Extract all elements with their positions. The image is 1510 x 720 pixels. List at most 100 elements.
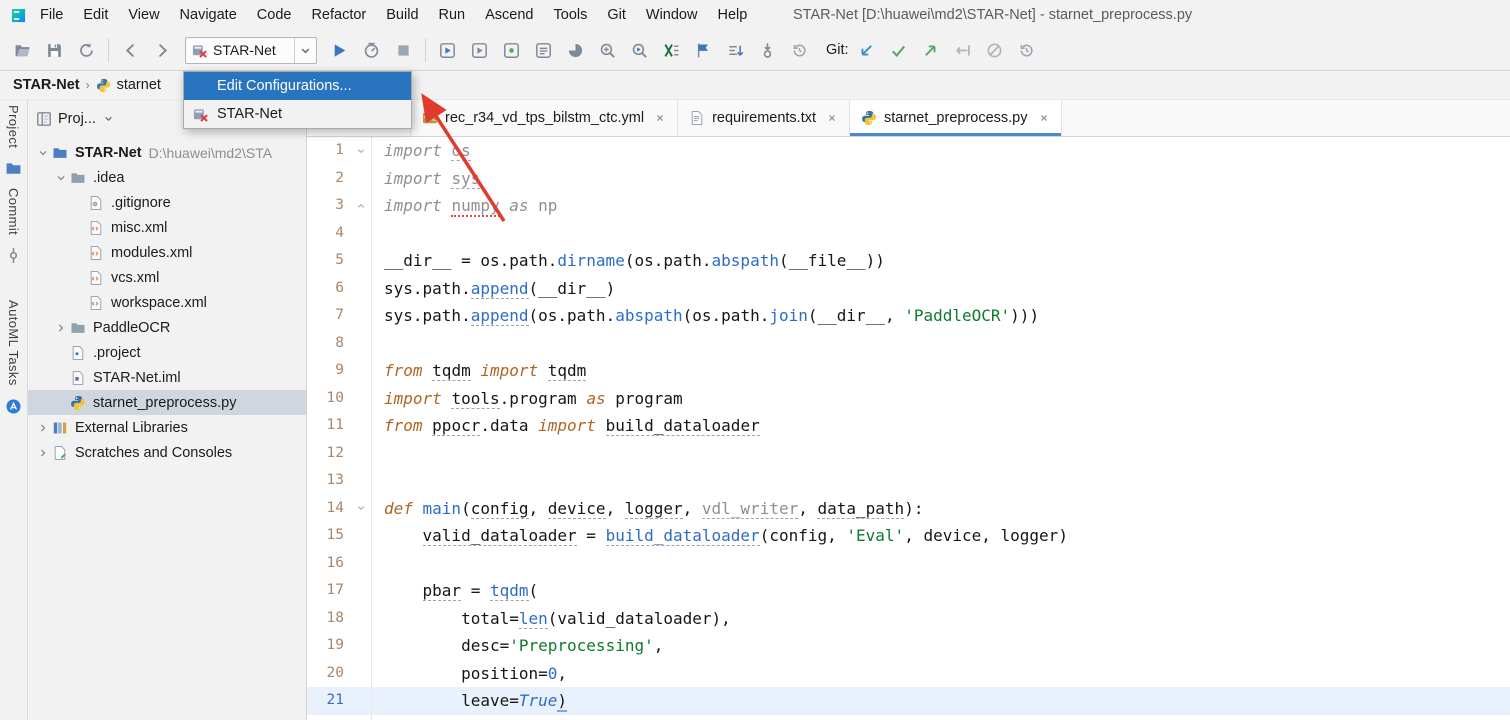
menu-navigate[interactable]: Navigate bbox=[170, 0, 247, 30]
code-line-5[interactable]: 5 __dir__ = os.path.dirname(os.path.abspa… bbox=[307, 247, 1510, 275]
code-line-15[interactable]: 15 valid_dataloader = build_dataloader(c… bbox=[307, 522, 1510, 550]
code-line-6[interactable]: 6 sys.path.append(__dir__) bbox=[307, 275, 1510, 303]
git-revert-icon[interactable] bbox=[948, 36, 977, 64]
git-push-icon[interactable] bbox=[916, 36, 945, 64]
code-line-13[interactable]: 13 bbox=[307, 467, 1510, 495]
tree-item-gitignore[interactable]: .gitignore bbox=[28, 190, 306, 215]
forward-icon[interactable] bbox=[148, 36, 177, 64]
line-number[interactable]: 5 bbox=[307, 247, 351, 275]
line-number[interactable]: 9 bbox=[307, 357, 351, 385]
tab-starnet-preprocess-py[interactable]: starnet_preprocess.py bbox=[850, 100, 1062, 136]
git-history-icon[interactable] bbox=[1012, 36, 1041, 64]
code-line-1[interactable]: 1 import os bbox=[307, 137, 1510, 165]
line-number[interactable]: 2 bbox=[307, 165, 351, 193]
tree-item-idea[interactable]: .idea bbox=[28, 165, 306, 190]
run-dashboard-icon[interactable] bbox=[433, 36, 462, 64]
code-line-19[interactable]: 19 desc='Preprocessing', bbox=[307, 632, 1510, 660]
line-number[interactable]: 12 bbox=[307, 440, 351, 468]
profiler-button[interactable] bbox=[357, 36, 386, 64]
chevron-right-icon[interactable] bbox=[34, 421, 51, 435]
tree-item-misc-xml[interactable]: misc.xml bbox=[28, 215, 306, 240]
debug-dashboard-icon[interactable] bbox=[465, 36, 494, 64]
stop-button[interactable] bbox=[389, 36, 418, 64]
tree-item-modules-xml[interactable]: modules.xml bbox=[28, 240, 306, 265]
sync-icon[interactable] bbox=[72, 36, 101, 64]
line-number[interactable]: 7 bbox=[307, 302, 351, 330]
run-inspection-icon[interactable] bbox=[625, 36, 654, 64]
line-number[interactable]: 3 bbox=[307, 192, 351, 220]
code-line-9[interactable]: 9 from tqdm import tqdm bbox=[307, 357, 1510, 385]
line-number[interactable]: 21 bbox=[307, 687, 351, 715]
menu-build[interactable]: Build bbox=[376, 0, 428, 30]
project-panel-title[interactable]: Proj... bbox=[58, 111, 96, 127]
chevron-down-icon[interactable] bbox=[102, 112, 115, 125]
code-line-17[interactable]: 17 pbar = tqdm( bbox=[307, 577, 1510, 605]
git-update-icon[interactable] bbox=[852, 36, 881, 64]
git-commit-icon[interactable] bbox=[884, 36, 913, 64]
git-stash-icon[interactable] bbox=[980, 36, 1009, 64]
code-line-11[interactable]: 11 from ppocr.data import build_dataloade… bbox=[307, 412, 1510, 440]
chevron-down-icon[interactable] bbox=[34, 146, 51, 160]
code-line-8[interactable]: 8 bbox=[307, 330, 1510, 358]
commit-tool-icon[interactable] bbox=[5, 246, 23, 264]
menu-help[interactable]: Help bbox=[707, 0, 757, 30]
tree-item-project[interactable]: .project bbox=[28, 340, 306, 365]
chevron-right-icon[interactable] bbox=[52, 321, 69, 335]
line-number[interactable]: 1 bbox=[307, 137, 351, 165]
breadcrumb-item-starnet[interactable]: starnet bbox=[93, 76, 164, 94]
menu-edit[interactable]: Edit bbox=[73, 0, 118, 30]
menu-ascend[interactable]: Ascend bbox=[475, 0, 543, 30]
project-tool-icon[interactable] bbox=[5, 159, 23, 177]
code-line-14[interactable]: 14 def main(config, device, logger, vdl_w… bbox=[307, 495, 1510, 523]
tab-requirements-txt[interactable]: requirements.txt bbox=[678, 100, 851, 136]
menu-view[interactable]: View bbox=[118, 0, 169, 30]
code-line-21[interactable]: 21 leave=True) bbox=[307, 687, 1510, 715]
code-line-3[interactable]: 3 import numpy as np bbox=[307, 192, 1510, 220]
coverage-icon[interactable] bbox=[561, 36, 590, 64]
tool-button-project[interactable]: Project bbox=[6, 105, 21, 148]
tree-item-star-net[interactable]: STAR-Net D:\huawei\md2\STA bbox=[28, 140, 306, 165]
line-number[interactable]: 19 bbox=[307, 632, 351, 660]
code-line-2[interactable]: 2 import sys bbox=[307, 165, 1510, 193]
open-icon[interactable] bbox=[8, 36, 37, 64]
run-button[interactable] bbox=[325, 36, 354, 64]
line-number[interactable]: 14 bbox=[307, 495, 351, 523]
excel-export-icon[interactable] bbox=[657, 36, 686, 64]
inspect-code-icon[interactable] bbox=[593, 36, 622, 64]
code-line-18[interactable]: 18 total=len(valid_dataloader), bbox=[307, 605, 1510, 633]
tree-item-external-libraries[interactable]: External Libraries bbox=[28, 415, 306, 440]
line-number[interactable]: 11 bbox=[307, 412, 351, 440]
back-icon[interactable] bbox=[116, 36, 145, 64]
chevron-right-icon[interactable] bbox=[34, 446, 51, 460]
editor[interactable]: 1 import os 2 import sys 3 import numpy as np… bbox=[307, 137, 1510, 720]
config-menu-item-edit-configurations[interactable]: Edit Configurations... bbox=[184, 72, 411, 100]
code-line-4[interactable]: 4 bbox=[307, 220, 1510, 248]
local-history-icon[interactable] bbox=[785, 36, 814, 64]
chevron-down-icon[interactable] bbox=[52, 171, 69, 185]
automl-tool-icon[interactable] bbox=[5, 397, 23, 415]
chevron-down-icon[interactable] bbox=[294, 37, 316, 63]
breadcrumb-item-star-net[interactable]: STAR-Net bbox=[10, 76, 83, 94]
tool-button-commit[interactable]: Commit bbox=[6, 188, 21, 235]
tab-rec-r34-vd-tps-bilstm-ctc-yml[interactable]: YML rec_r34_vd_tps_bilstm_ctc.yml bbox=[411, 100, 679, 136]
menu-git[interactable]: Git bbox=[597, 0, 636, 30]
tree-item-paddleocr[interactable]: PaddleOCR bbox=[28, 315, 306, 340]
menu-file[interactable]: File bbox=[30, 0, 73, 30]
menu-code[interactable]: Code bbox=[247, 0, 302, 30]
code-line-12[interactable]: 12 bbox=[307, 440, 1510, 468]
services-icon[interactable] bbox=[497, 36, 526, 64]
line-number[interactable]: 18 bbox=[307, 605, 351, 633]
tree-item-scratches-and-consoles[interactable]: Scratches and Consoles bbox=[28, 440, 306, 465]
menu-refactor[interactable]: Refactor bbox=[301, 0, 376, 30]
line-number[interactable]: 13 bbox=[307, 467, 351, 495]
tree-item-starnet-preprocess-py[interactable]: starnet_preprocess.py bbox=[28, 390, 306, 415]
fold-marker-icon[interactable] bbox=[351, 192, 371, 220]
fold-marker-icon[interactable] bbox=[351, 137, 371, 165]
console-icon[interactable] bbox=[529, 36, 558, 64]
tree-item-workspace-xml[interactable]: workspace.xml bbox=[28, 290, 306, 315]
line-number[interactable]: 17 bbox=[307, 577, 351, 605]
menu-run[interactable]: Run bbox=[429, 0, 476, 30]
line-number[interactable]: 4 bbox=[307, 220, 351, 248]
tree-item-vcs-xml[interactable]: vcs.xml bbox=[28, 265, 306, 290]
run-config-selector[interactable]: STAR-Net bbox=[185, 36, 317, 64]
